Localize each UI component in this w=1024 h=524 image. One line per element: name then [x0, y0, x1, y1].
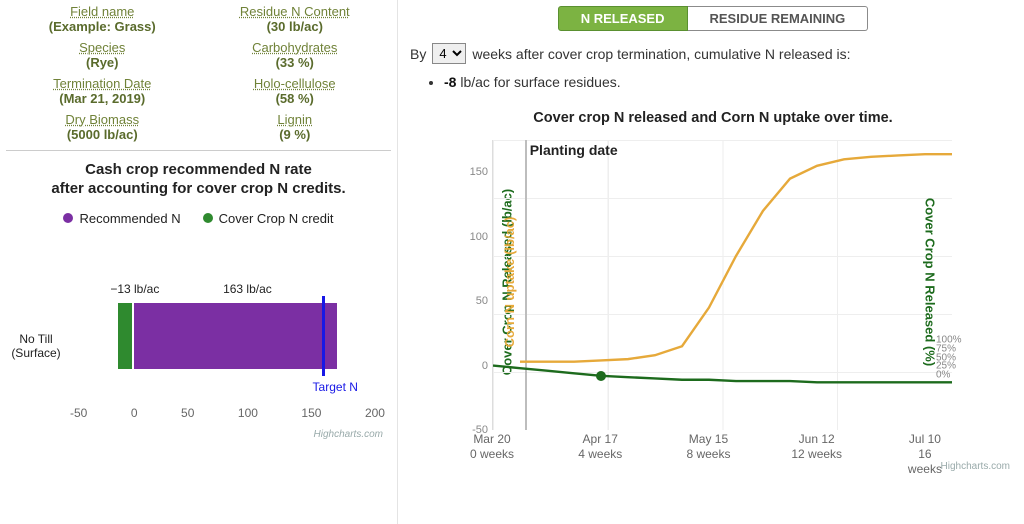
carbohydrates[interactable]: Carbohydrates (33 %)	[199, 40, 392, 70]
termination-date[interactable]: Termination Date (Mar 21, 2019)	[6, 76, 199, 106]
bar-plot-area: −13 lb/ac 163 lb/ac Target N	[70, 244, 385, 406]
y-ticks-left: 150100500-50	[466, 140, 490, 430]
bar-recommended-n	[133, 302, 338, 370]
bar-row-label: No Till (Surface)	[8, 332, 64, 361]
tab-n-released[interactable]: N RELEASED	[558, 6, 688, 31]
purple-swatch-icon	[63, 213, 73, 223]
line-xaxis: Mar 200 weeksApr 174 weeksMay 158 weeksJ…	[492, 432, 952, 474]
legend-cover-crop-credit[interactable]: Cover Crop N credit	[203, 211, 334, 226]
cashcrop-title: Cash crop recommended N rate after accou…	[6, 161, 391, 199]
dry-biomass[interactable]: Dry Biomass (5000 lb/ac)	[6, 112, 199, 142]
cashcrop-legend: Recommended N Cover Crop N credit	[6, 211, 391, 226]
line-plot-area: Planting date	[492, 140, 952, 430]
field-name-value: (Example: Grass)	[6, 19, 199, 34]
field-summary-grid: Field name (Example: Grass) Residue N Co…	[6, 4, 391, 151]
weeks-select[interactable]: 4	[432, 43, 466, 64]
green-swatch-icon	[203, 213, 213, 223]
field-name-label: Field name	[6, 4, 199, 19]
bar-rec-annot: 163 lb/ac	[223, 282, 272, 296]
legend-recommended-n[interactable]: Recommended N	[63, 211, 180, 226]
residue-n[interactable]: Residue N Content (30 lb/ac)	[199, 4, 392, 34]
result-bullet: -8 lb/ac for surface residues.	[444, 74, 1016, 90]
highcharts-credit-right[interactable]: Highcharts.com	[941, 461, 1010, 472]
highcharts-credit-left[interactable]: Highcharts.com	[314, 429, 383, 440]
tab-residue-remaining[interactable]: RESIDUE REMAINING	[688, 6, 869, 31]
bar-xaxis: -50050100150200	[70, 406, 385, 428]
line-chart-title: Cover crop N released and Corn N uptake …	[410, 110, 1016, 126]
field-name[interactable]: Field name (Example: Grass)	[6, 4, 199, 34]
lignin[interactable]: Lignin (9 %)	[199, 112, 392, 142]
selected-point-dot	[596, 371, 606, 381]
line-series-svg	[493, 140, 952, 430]
holo-cellulose[interactable]: Holo-cellulose (58 %)	[199, 76, 392, 106]
bar-credit-annot: −13 lb/ac	[110, 282, 159, 296]
cashcrop-bar-chart: No Till (Surface) −13 lb/ac 163 lb/ac Ta…	[6, 244, 391, 434]
bar-cover-crop-credit	[117, 302, 133, 370]
statement-row: By 4 weeks after cover crop termination,…	[410, 43, 1016, 64]
target-n-label: Target N	[313, 380, 358, 394]
target-n-line	[322, 296, 325, 376]
line-chart: Cover Crop N Released (lb/ac) Corn N upt…	[410, 134, 1016, 474]
y-axis-left: Cover Crop N Released (lb/ac) Corn N upt…	[410, 134, 474, 430]
tab-bar: N RELEASED RESIDUE REMAINING	[410, 6, 1016, 31]
species[interactable]: Species (Rye)	[6, 40, 199, 70]
y-ticks-right: 100%75%50%25%0%	[936, 140, 972, 430]
